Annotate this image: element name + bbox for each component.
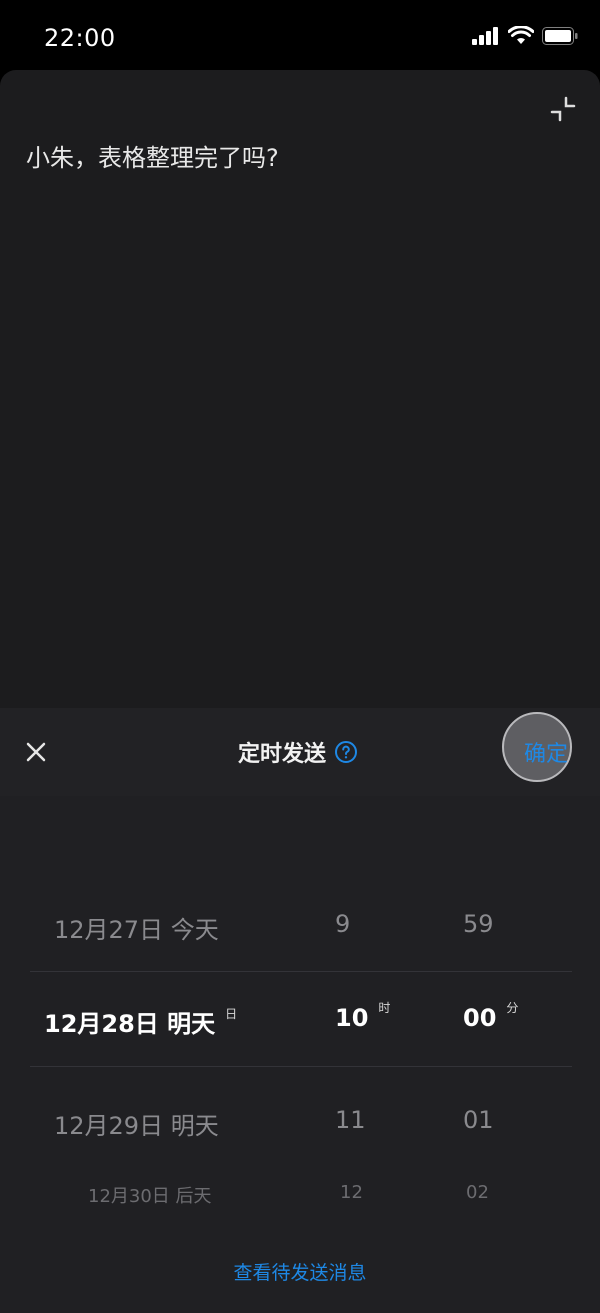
datetime-wheel[interactable]: 12月27日 今天 9 59 12月28日 明天日 10 时 00 分 12月29日… xyxy=(0,796,600,1216)
message-input[interactable]: 小朱，表格整理完了吗? xyxy=(26,138,279,173)
picker-title: 定时发送 xyxy=(238,736,358,768)
hour-unit: 时 xyxy=(378,1001,391,1015)
selected-date: 12月28日 明天 xyxy=(44,1010,216,1038)
selection-divider-bottom xyxy=(30,1066,572,1067)
battery-icon xyxy=(542,27,578,45)
hour-cell[interactable]: 12 xyxy=(340,1182,363,1203)
collapse-icon[interactable] xyxy=(548,94,578,124)
hour-cell[interactable]: 11 xyxy=(335,1106,366,1134)
schedule-picker-sheet: 定时发送 确定 12月27日 今天 9 59 12月28日 明天日 10 时 0… xyxy=(0,708,600,1313)
status-icons xyxy=(472,25,578,47)
view-pending-messages-link[interactable]: 查看待发送消息 xyxy=(0,1258,600,1285)
selected-hour: 10 xyxy=(335,1004,369,1032)
date-cell[interactable]: 12月27日 今天 xyxy=(54,910,219,945)
compose-sheet: 小朱，表格整理完了吗? xyxy=(0,70,600,708)
wifi-icon xyxy=(508,26,534,44)
confirm-label[interactable]: 确定 xyxy=(524,736,568,768)
date-unit: 日 xyxy=(225,1007,238,1021)
selected-minute-cell[interactable]: 00 分 xyxy=(463,1001,519,1032)
picker-header: 定时发送 确定 xyxy=(0,708,600,796)
minute-cell[interactable]: 02 xyxy=(466,1182,489,1203)
selected-date-cell[interactable]: 12月28日 明天日 xyxy=(44,1004,237,1039)
close-icon[interactable] xyxy=(22,738,50,766)
minute-unit: 分 xyxy=(506,1001,519,1015)
signal-icon xyxy=(472,27,498,45)
date-cell[interactable]: 12月30日 后天 xyxy=(88,1182,212,1208)
status-time: 22:00 xyxy=(44,24,116,52)
help-icon[interactable] xyxy=(334,740,358,764)
picker-title-text: 定时发送 xyxy=(238,742,327,767)
selected-minute: 00 xyxy=(463,1004,497,1032)
minute-cell[interactable]: 01 xyxy=(463,1106,494,1134)
status-bar: 22:00 xyxy=(0,0,600,70)
selected-hour-cell[interactable]: 10 时 xyxy=(335,1001,391,1032)
minute-cell[interactable]: 59 xyxy=(463,910,494,938)
hour-cell[interactable]: 9 xyxy=(335,910,350,938)
date-cell[interactable]: 12月29日 明天 xyxy=(54,1106,219,1141)
selection-divider-top xyxy=(30,971,572,972)
